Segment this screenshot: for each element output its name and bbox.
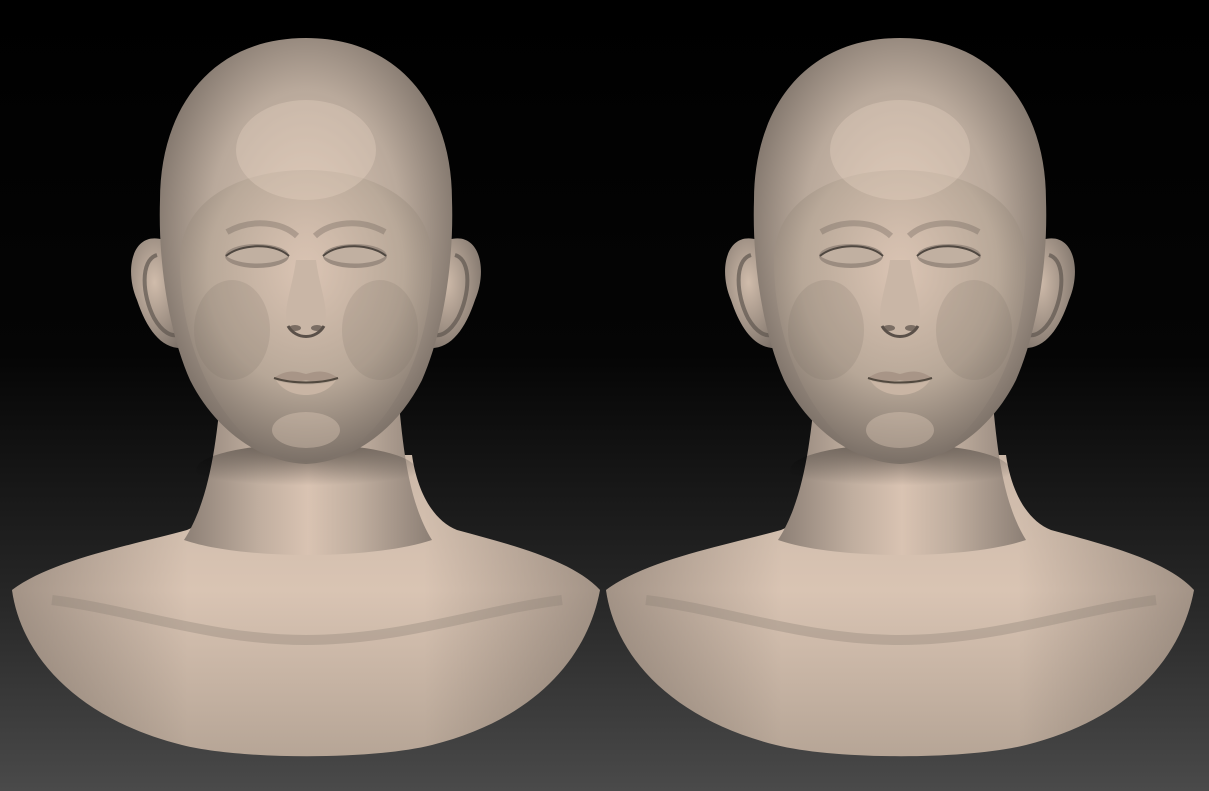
render-viewport: [0, 0, 1209, 791]
sculpt-render-canvas: [0, 0, 1209, 791]
